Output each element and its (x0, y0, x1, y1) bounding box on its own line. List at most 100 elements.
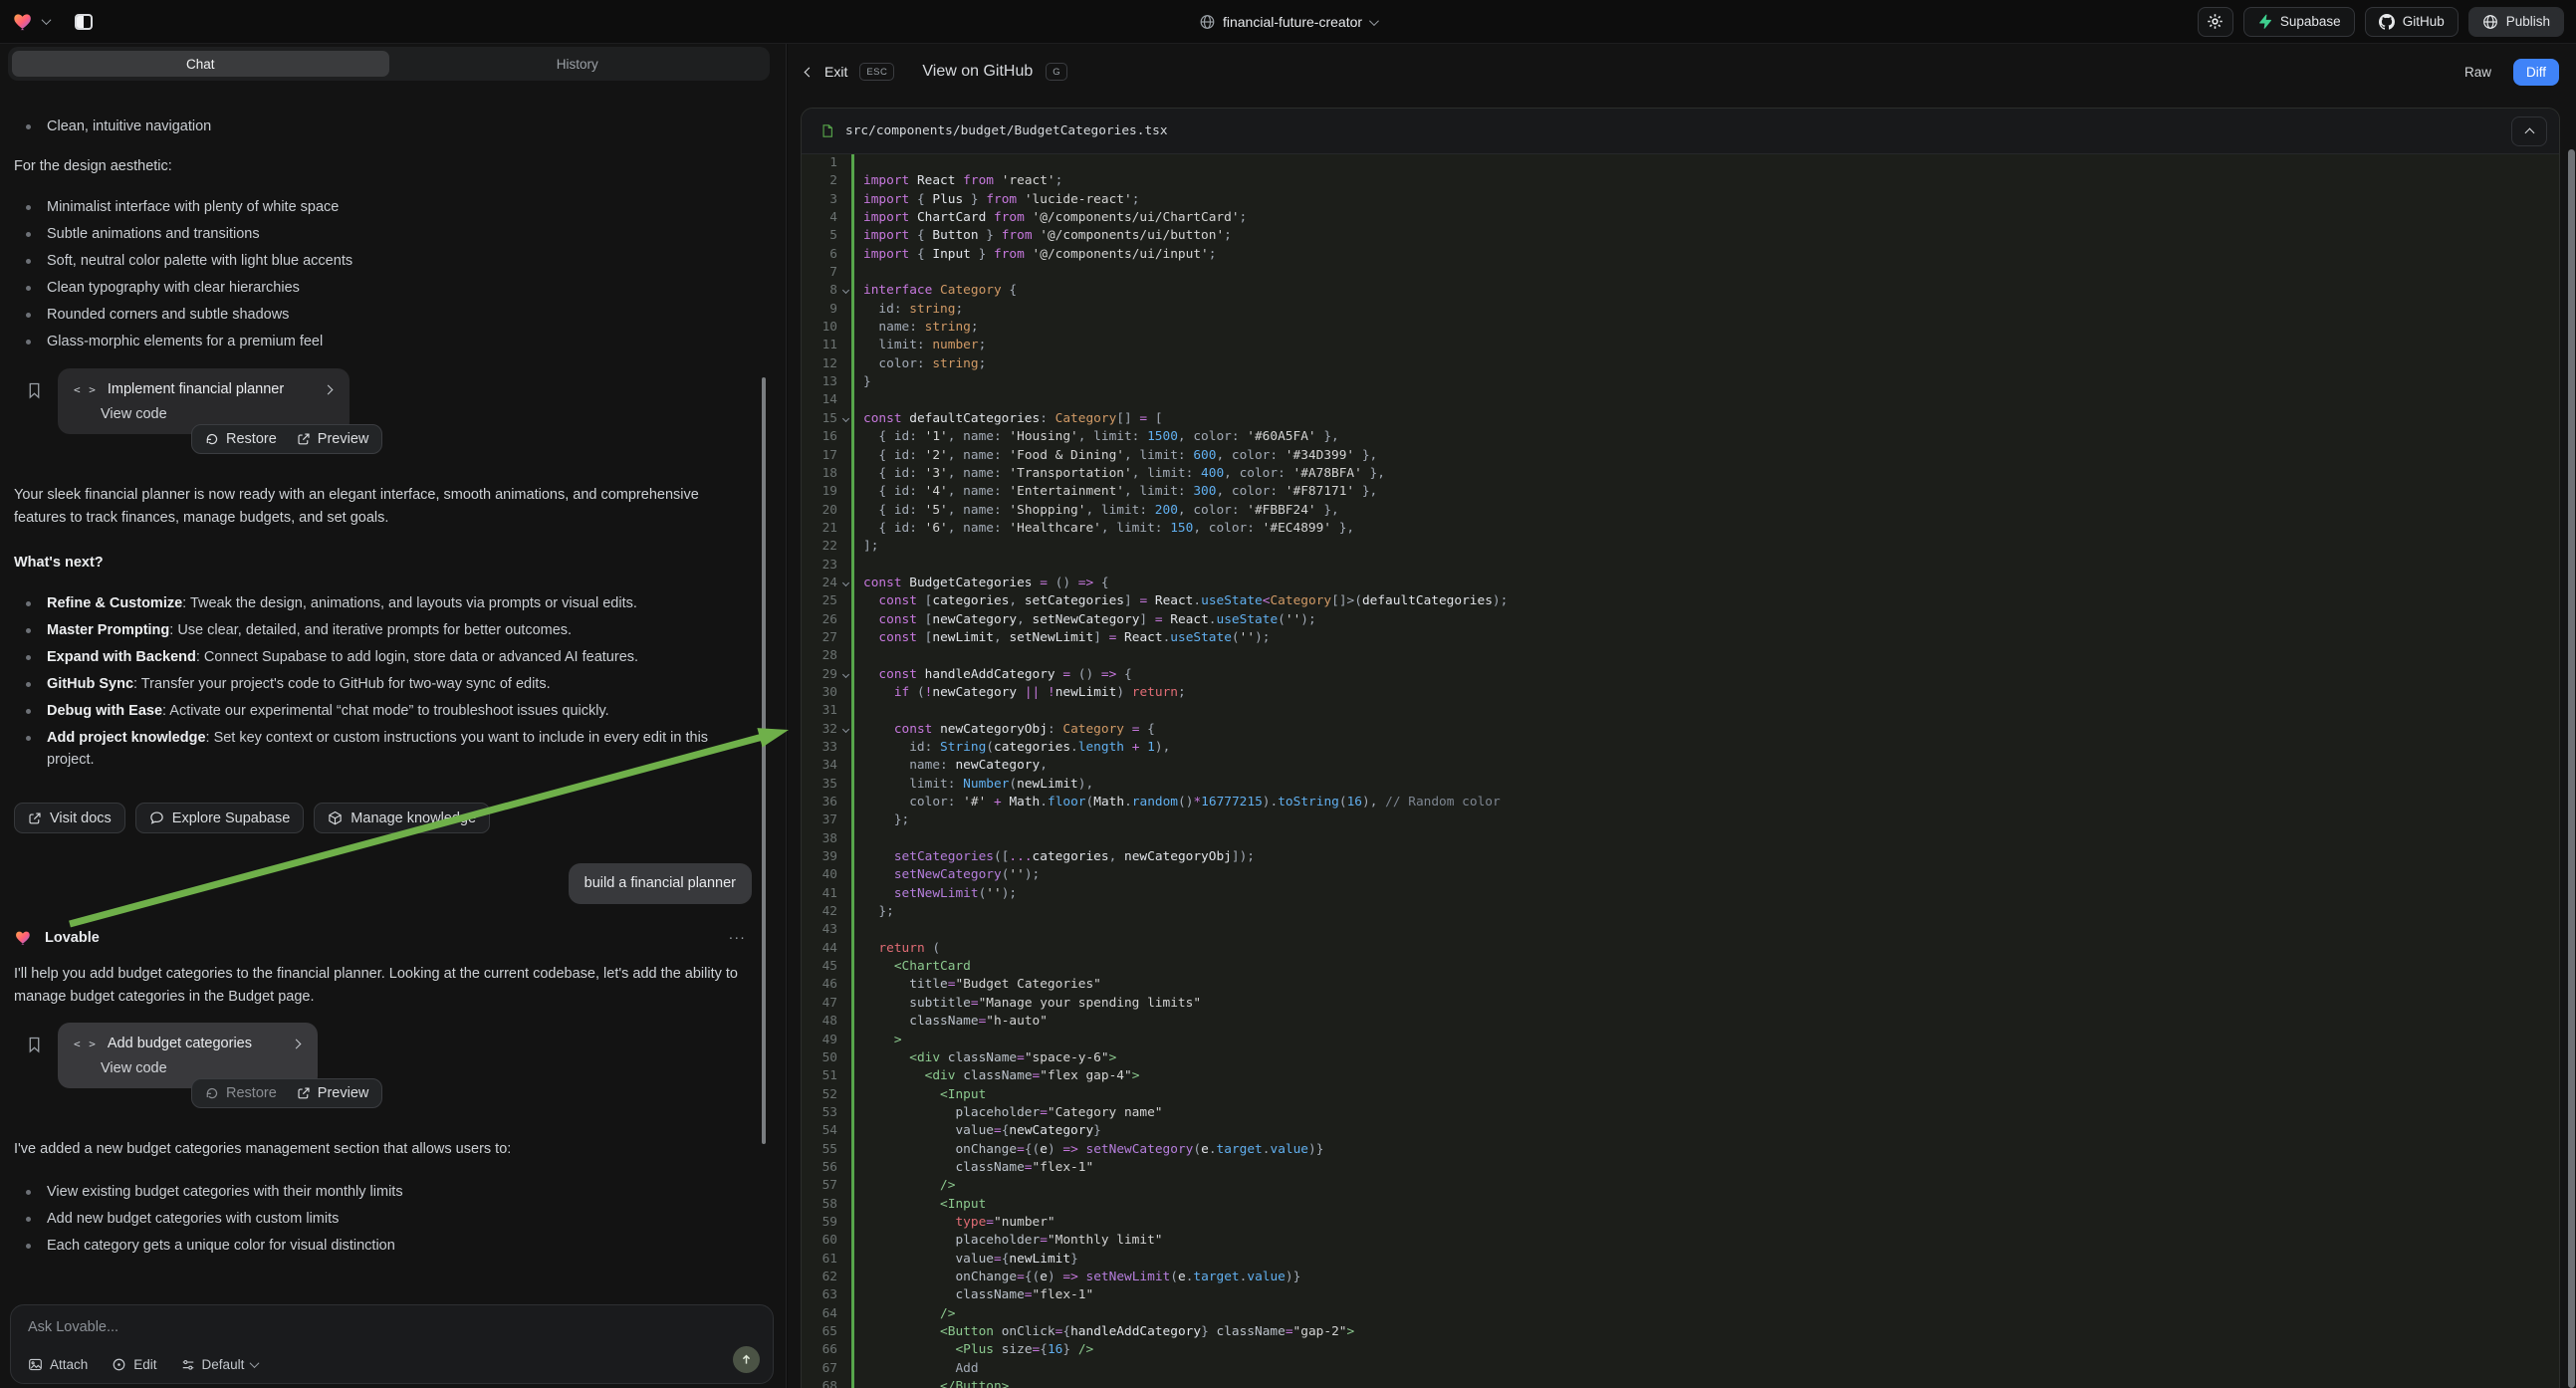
image-icon (28, 1357, 43, 1372)
code-line: 35 limit: Number(newLimit), (802, 776, 2559, 794)
github-button[interactable]: GitHub (2365, 7, 2459, 37)
code-line: 46 title="Budget Categories" (802, 976, 2559, 994)
list-item: Soft, neutral color palette with light b… (14, 250, 741, 272)
line-number: 8 (802, 282, 837, 300)
lovable-logo-menu[interactable] (12, 10, 50, 33)
action-button-visit-docs[interactable]: Visit docs (14, 803, 125, 833)
code-text: <div className="flex gap-4"> (854, 1067, 1139, 1085)
tab-chat[interactable]: Chat (12, 51, 389, 77)
code-line: 44 return ( (802, 940, 2559, 958)
line-number: 7 (802, 264, 837, 282)
chat-scrollbar[interactable] (762, 377, 766, 1144)
edit-button[interactable]: Edit (112, 1357, 156, 1372)
code-text: }; (854, 811, 909, 829)
restore-icon (205, 432, 219, 446)
code-diff-content[interactable]: 12import React from 'react';3import { Pl… (802, 154, 2559, 1388)
code-line: 36 color: '#' + Math.floor(Math.random()… (802, 794, 2559, 811)
fold-chevron-icon[interactable] (842, 415, 849, 422)
sidebar-toggle-button[interactable] (70, 8, 97, 35)
globe-icon (1199, 14, 1215, 30)
attach-button[interactable]: Attach (28, 1357, 88, 1372)
project-switcher[interactable]: financial-future-creator (1199, 0, 1377, 44)
chat-message-list[interactable]: Clean, intuitive navigationFor the desig… (0, 88, 786, 1296)
quick-actions-row: Visit docs Explore Supabase Manage knowled… (14, 803, 760, 833)
line-number: 51 (802, 1067, 837, 1085)
bookmark-icon[interactable] (27, 382, 42, 399)
code-line: 38 (802, 830, 2559, 848)
publish-button[interactable]: Publish (2468, 7, 2564, 37)
version-card-title-row: < >Add budget categories (74, 1036, 300, 1051)
chat-paragraph: I've added a new budget categories manag… (14, 1138, 741, 1161)
line-number: 21 (802, 520, 837, 538)
chevron-left-icon (805, 67, 815, 77)
chat-bullet-list: Clean, intuitive navigation (14, 116, 741, 137)
restore-button[interactable]: Restore (205, 431, 277, 447)
assistant-header: Lovable··· (14, 928, 760, 947)
line-number: 38 (802, 830, 837, 848)
code-line: 66 <Plus size={16} /> (802, 1341, 2559, 1359)
code-text: > (854, 1032, 902, 1049)
action-button-manage-knowledge[interactable]: Manage knowledge (314, 803, 490, 833)
code-text: { id: '3', name: 'Transportation', limit… (854, 465, 1385, 483)
code-text: value={newCategory} (854, 1122, 1101, 1140)
file-header[interactable]: src/components/budget/BudgetCategories.t… (802, 109, 2559, 154)
action-button-label: Visit docs (50, 810, 112, 826)
tab-history[interactable]: History (389, 51, 767, 77)
window-scrollbar[interactable] (2568, 149, 2575, 1388)
preview-button[interactable]: Preview (297, 431, 369, 447)
preview-button[interactable]: Preview (297, 1085, 369, 1101)
list-item: Rounded corners and subtle shadows (14, 304, 741, 326)
preview-label: Preview (318, 431, 369, 447)
code-text: } (854, 373, 871, 391)
code-line: 11 limit: number; (802, 337, 2559, 354)
code-text: setCategories([...categories, newCategor… (854, 848, 1255, 866)
file-added-icon (820, 123, 834, 138)
action-button-explore-supabase[interactable]: Explore Supabase (135, 803, 305, 833)
code-icon: < > (74, 1038, 97, 1050)
view-on-github-button[interactable]: View on GitHub G (922, 63, 1067, 81)
code-text: const BudgetCategories = () => { (854, 575, 1109, 592)
model-selector[interactable]: Default (181, 1357, 259, 1372)
fold-chevron-icon[interactable] (842, 726, 849, 733)
fold-chevron-icon[interactable] (842, 579, 849, 586)
line-number: 65 (802, 1323, 837, 1341)
code-line: 13} (802, 373, 2559, 391)
fold-chevron-icon[interactable] (842, 671, 849, 678)
view-on-github-label: View on GitHub (922, 63, 1033, 81)
bookmark-icon[interactable] (27, 1037, 42, 1053)
code-text: limit: number; (854, 337, 986, 354)
preview-label: Preview (318, 1085, 369, 1101)
code-text: const newCategoryObj: Category = { (854, 721, 1155, 739)
chat-input-dock[interactable]: Ask Lovable... Attach Edit (10, 1304, 774, 1384)
diff-toggle-button[interactable]: Diff (2513, 59, 2559, 86)
lovable-app-window: financial-future-creator Supabase (0, 0, 2576, 1388)
send-button[interactable] (733, 1346, 760, 1373)
code-line: 6import { Input } from '@/components/ui/… (802, 246, 2559, 264)
code-line: 2import React from 'react'; (802, 172, 2559, 190)
code-line: 56 className="flex-1" (802, 1159, 2559, 1177)
fold-chevron-icon[interactable] (842, 287, 849, 294)
restore-button[interactable]: Restore (205, 1085, 277, 1101)
code-text: id: string; (854, 301, 963, 319)
code-line: 41 setNewLimit(''); (802, 885, 2559, 903)
code-line: 60 placeholder="Monthly limit" (802, 1232, 2559, 1250)
code-line: 68 </Button> (802, 1378, 2559, 1388)
line-number: 34 (802, 757, 837, 775)
chat-input[interactable]: Ask Lovable... (28, 1319, 118, 1335)
code-text: { id: '2', name: 'Food & Dining', limit:… (854, 447, 1377, 465)
message-menu-button[interactable]: ··· (729, 930, 761, 946)
settings-button[interactable] (2198, 7, 2233, 37)
lovable-avatar (14, 928, 35, 947)
view-code-link[interactable]: View code (101, 1060, 300, 1076)
chevron-down-icon (250, 1358, 260, 1368)
restore-preview-pill: Restore Preview (191, 424, 382, 454)
attach-label: Attach (50, 1357, 88, 1372)
collapse-file-button[interactable] (2511, 116, 2547, 146)
code-line: 25 const [categories, setCategories] = R… (802, 592, 2559, 610)
code-line: 54 value={newCategory} (802, 1122, 2559, 1140)
raw-toggle-button[interactable]: Raw (2457, 60, 2499, 85)
view-code-link[interactable]: View code (101, 406, 332, 422)
exit-button[interactable]: Exit ESC (806, 63, 894, 81)
code-text: { id: '1', name: 'Housing', limit: 1500,… (854, 428, 1339, 446)
supabase-button[interactable]: Supabase (2243, 7, 2355, 37)
